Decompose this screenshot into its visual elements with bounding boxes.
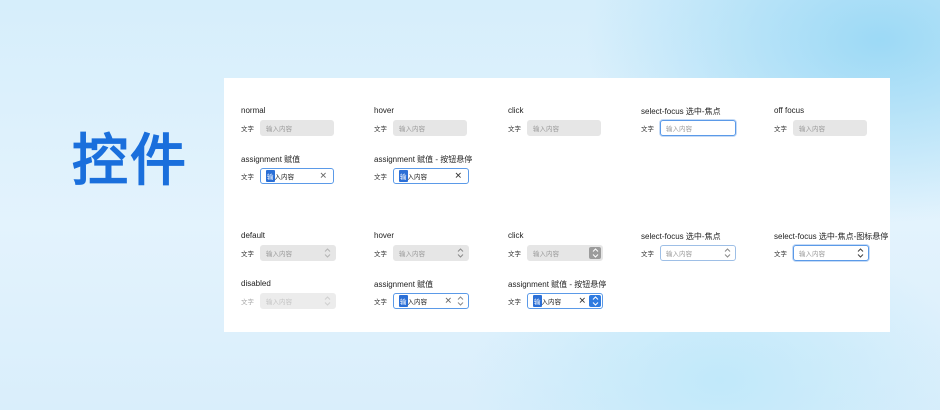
input-value: 输 入内容 (266, 170, 294, 182)
stepper-arrows-icon[interactable] (723, 248, 732, 258)
input-value: 输 入内容 (399, 170, 427, 182)
field-prefix: 文字 (641, 126, 654, 133)
field-prefix: 文字 (374, 251, 387, 258)
state-label: assignment 赋值 (374, 280, 434, 289)
clear-icon[interactable]: ✕ (578, 296, 586, 306)
text-input[interactable]: 输入内容 (393, 120, 467, 136)
input-placeholder: 输入内容 (533, 251, 559, 258)
page-title: 控件 (72, 129, 188, 194)
field-prefix: 文字 (241, 174, 254, 181)
stepper-input[interactable]: 输 入内容 ✕ (527, 293, 603, 309)
value-rest: 入内容 (274, 174, 295, 181)
field-prefix: 文字 (508, 251, 521, 258)
input-placeholder: 输入内容 (799, 126, 825, 133)
field-prefix: 文字 (241, 126, 254, 133)
state-label: select-focus 选中-焦点-图标悬停 (774, 232, 889, 241)
state-label: assignment 赋值 - 按钮悬停 (508, 280, 607, 289)
text-input[interactable]: 输入内容 (260, 120, 334, 136)
stepper-input[interactable]: 输入内容 (260, 245, 336, 261)
selected-text: 输 (399, 295, 408, 307)
input-placeholder: 输入内容 (533, 126, 559, 133)
stepper-arrows-icon[interactable] (589, 295, 601, 307)
text-input[interactable]: 输入内容 (527, 120, 601, 136)
stepper-input[interactable]: 输入内容 (793, 245, 869, 261)
field-prefix: 文字 (241, 299, 254, 306)
text-input[interactable]: 输 入内容 ✕ (393, 168, 469, 184)
selected-text: 输 (266, 170, 275, 182)
stepper-arrows-icon[interactable] (856, 248, 865, 258)
state-label: assignment 赋值 - 按钮悬停 (374, 155, 473, 164)
input-placeholder: 输入内容 (666, 251, 692, 258)
input-placeholder: 输入内容 (666, 126, 692, 133)
stepper-arrows-icon[interactable] (589, 247, 601, 259)
input-placeholder: 输入内容 (266, 251, 292, 258)
text-input[interactable]: 输入内容 (793, 120, 867, 136)
input-placeholder: 输入内容 (266, 126, 292, 133)
state-label: click (508, 106, 524, 115)
field-prefix: 文字 (774, 126, 787, 133)
state-label: hover (374, 231, 395, 240)
field-prefix: 文字 (508, 126, 521, 133)
stepper-arrows-icon[interactable] (456, 296, 465, 306)
state-label: select-focus 选中-焦点 (641, 107, 721, 116)
stepper-arrows-icon (323, 296, 332, 306)
stepper-input: 输入内容 (260, 293, 336, 309)
field-prefix: 文字 (508, 299, 521, 306)
selected-text: 输 (533, 295, 542, 307)
state-label: assignment 赋值 (241, 155, 301, 164)
field-prefix: 文字 (374, 299, 387, 306)
clear-icon[interactable]: ✕ (319, 171, 327, 181)
field-prefix: 文字 (374, 174, 387, 181)
field-prefix: 文字 (774, 251, 787, 258)
input-placeholder: 输入内容 (266, 299, 292, 306)
state-label: disabled (241, 279, 271, 288)
controls-panel: normal 文字 输入内容 hover 文字 输入内容 click 文字 输入… (224, 78, 890, 332)
stepper-input[interactable]: 输入内容 (527, 245, 603, 261)
selected-text: 输 (399, 170, 408, 182)
input-placeholder: 输入内容 (799, 251, 825, 258)
state-label: select-focus 选中-焦点 (641, 232, 721, 241)
value-rest: 入内容 (407, 174, 428, 181)
text-input[interactable]: 输入内容 (660, 120, 736, 136)
clear-icon[interactable]: ✕ (444, 296, 452, 306)
text-input[interactable]: 输 入内容 ✕ (260, 168, 334, 184)
field-prefix: 文字 (641, 251, 654, 258)
stepper-arrows-icon[interactable] (323, 248, 332, 258)
input-value: 输 入内容 (399, 295, 427, 307)
state-label: normal (241, 106, 266, 115)
input-placeholder: 输入内容 (399, 126, 425, 133)
value-rest: 入内容 (541, 299, 562, 306)
clear-icon[interactable]: ✕ (454, 171, 462, 181)
stepper-input[interactable]: 输入内容 (660, 245, 736, 261)
stepper-arrows-icon[interactable] (456, 248, 465, 258)
value-rest: 入内容 (407, 299, 428, 306)
state-label: default (241, 231, 266, 240)
input-placeholder: 输入内容 (399, 251, 425, 258)
stepper-input[interactable]: 输入内容 (393, 245, 469, 261)
field-prefix: 文字 (241, 251, 254, 258)
state-label: off focus (774, 106, 805, 115)
stepper-input[interactable]: 输 入内容 ✕ (393, 293, 469, 309)
field-prefix: 文字 (374, 126, 387, 133)
input-value: 输 入内容 (533, 295, 561, 307)
state-label: click (508, 231, 524, 240)
state-label: hover (374, 106, 395, 115)
